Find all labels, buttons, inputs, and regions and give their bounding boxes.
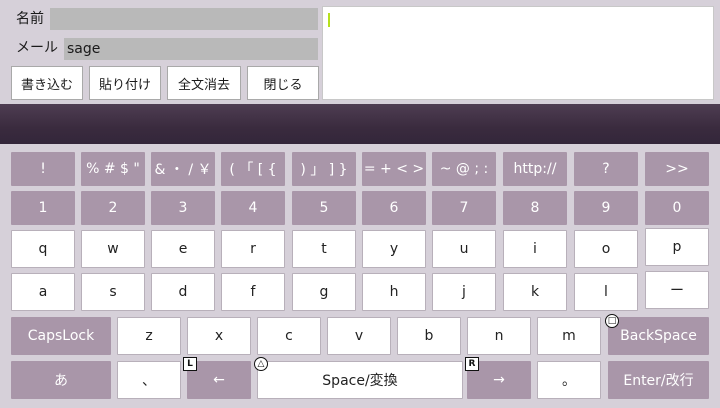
hiragana-mode-key[interactable]: あ <box>11 361 111 399</box>
key-symbol[interactable]: ~ @ ; : <box>432 152 496 186</box>
key-letter[interactable]: t <box>292 230 356 268</box>
key-letter[interactable]: p <box>645 228 709 266</box>
software-keyboard: ! % # $ " & ・ / ￥ ( 「 [ { ) 」 ] } = + < … <box>0 144 720 408</box>
paste-button[interactable]: 貼り付け <box>89 66 161 100</box>
key-digit[interactable]: 6 <box>362 191 426 225</box>
enter-key[interactable]: Enter/改行 <box>608 361 709 399</box>
capslock-key[interactable]: CapsLock <box>11 317 111 355</box>
key-letter[interactable]: g <box>292 273 356 311</box>
square-button-icon: □ <box>605 314 619 328</box>
key-digit[interactable]: 2 <box>81 191 145 225</box>
divider-bar <box>0 104 720 144</box>
key-letter[interactable]: w <box>81 230 145 268</box>
key-digit[interactable]: 8 <box>503 191 567 225</box>
key-letter[interactable]: h <box>362 273 426 311</box>
key-symbol[interactable]: ? <box>574 152 638 186</box>
r-button-badge: R <box>465 357 479 371</box>
mail-field[interactable]: sage <box>64 38 318 60</box>
key-letter[interactable]: m <box>537 317 601 355</box>
key-letter[interactable]: r <box>221 230 285 268</box>
key-letter[interactable]: l <box>574 273 638 311</box>
key-symbol[interactable]: & ・ / ￥ <box>151 152 215 186</box>
key-letter[interactable]: f <box>221 273 285 311</box>
key-digit[interactable]: 9 <box>574 191 638 225</box>
name-field[interactable] <box>50 8 318 30</box>
key-symbol[interactable]: ! <box>11 152 75 186</box>
mail-label: メール <box>16 40 58 56</box>
text-caret <box>328 13 330 27</box>
key-letter[interactable]: q <box>11 230 75 268</box>
key-letter[interactable]: c <box>257 317 321 355</box>
key-digit[interactable]: 0 <box>645 191 709 225</box>
key-letter[interactable]: z <box>117 317 181 355</box>
key-letter[interactable]: n <box>467 317 531 355</box>
write-button[interactable]: 書き込む <box>11 66 83 100</box>
key-letter[interactable]: a <box>11 273 75 311</box>
key-long-vowel[interactable]: ー <box>645 271 709 309</box>
key-symbol[interactable]: = + < > <box>362 152 426 186</box>
key-letter[interactable]: i <box>503 230 567 268</box>
key-letter[interactable]: u <box>432 230 496 268</box>
clear-all-button[interactable]: 全文消去 <box>167 66 241 100</box>
key-digit[interactable]: 3 <box>151 191 215 225</box>
key-letter[interactable]: b <box>397 317 461 355</box>
l-button-badge: L <box>183 357 197 371</box>
key-letter[interactable]: e <box>151 230 215 268</box>
key-letter[interactable]: s <box>81 273 145 311</box>
key-letter[interactable]: j <box>432 273 496 311</box>
comma-key[interactable]: 、 <box>117 361 181 399</box>
name-label: 名前 <box>16 11 44 27</box>
key-digit[interactable]: 5 <box>292 191 356 225</box>
period-key[interactable]: 。 <box>537 361 601 399</box>
close-button[interactable]: 閉じる <box>247 66 319 100</box>
key-symbol[interactable]: >> <box>645 152 709 186</box>
triangle-button-icon: △ <box>254 357 268 371</box>
post-form: 名前 メール sage 書き込む 貼り付け 全文消去 閉じる <box>0 0 720 104</box>
key-symbol[interactable]: http:// <box>503 152 567 186</box>
message-textarea[interactable] <box>322 6 714 100</box>
key-digit[interactable]: 4 <box>221 191 285 225</box>
key-letter[interactable]: d <box>151 273 215 311</box>
key-digit[interactable]: 7 <box>432 191 496 225</box>
key-symbol[interactable]: % # $ " <box>81 152 145 186</box>
space-convert-key[interactable]: Space/変換 <box>257 361 463 399</box>
key-letter[interactable]: y <box>362 230 426 268</box>
key-letter[interactable]: x <box>187 317 251 355</box>
key-letter[interactable]: v <box>327 317 391 355</box>
key-symbol[interactable]: ) 」 ] } <box>292 152 356 186</box>
key-letter[interactable]: o <box>574 230 638 268</box>
key-digit[interactable]: 1 <box>11 191 75 225</box>
backspace-key[interactable]: BackSpace <box>608 317 709 355</box>
key-symbol[interactable]: ( 「 [ { <box>221 152 285 186</box>
key-letter[interactable]: k <box>503 273 567 311</box>
